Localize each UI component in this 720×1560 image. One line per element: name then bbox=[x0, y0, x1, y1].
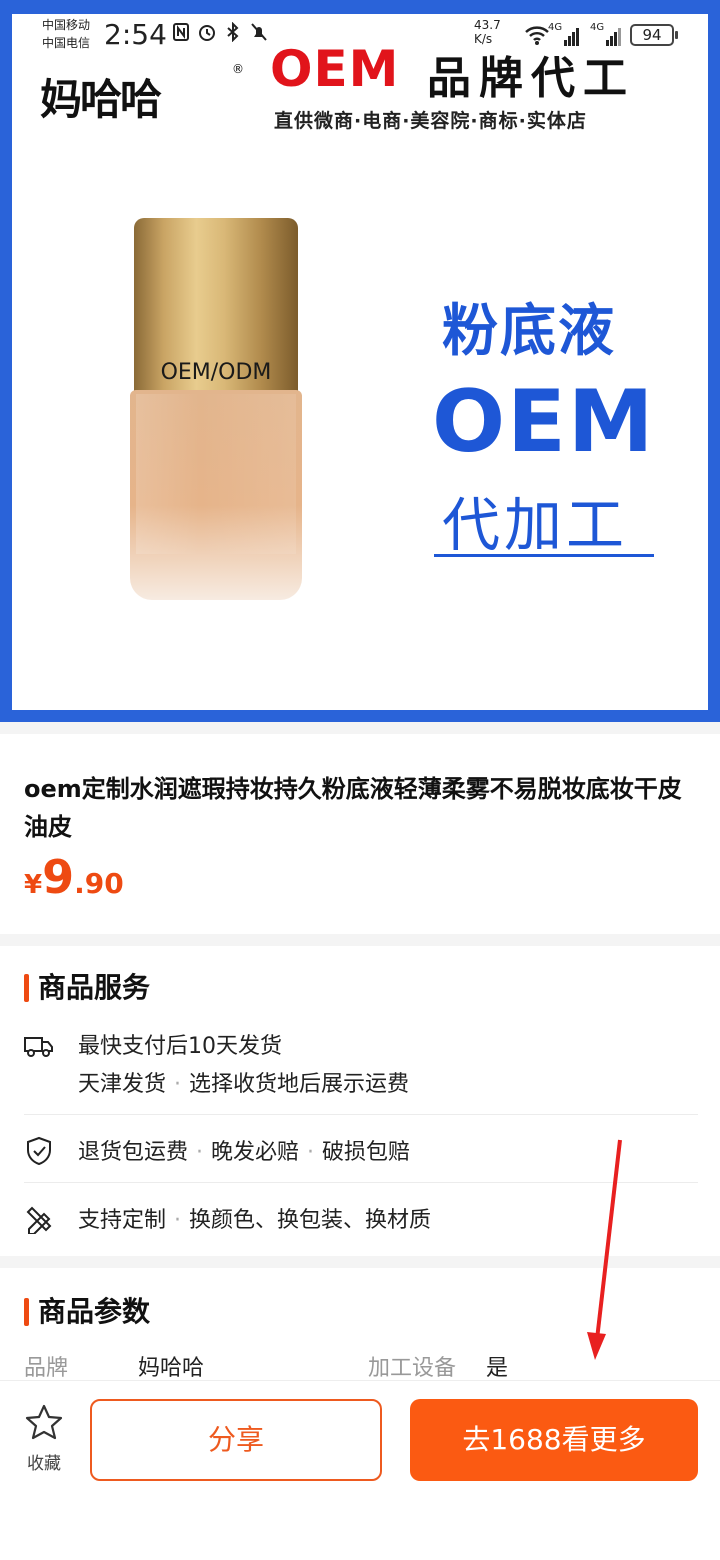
star-icon bbox=[25, 1404, 63, 1440]
param-brand-label: 品牌 bbox=[24, 1356, 69, 1381]
bluetooth-icon bbox=[227, 22, 239, 42]
bottle-body bbox=[130, 390, 302, 600]
promo-product-name: 粉底液 bbox=[442, 299, 616, 364]
annotation-arrow bbox=[587, 1139, 622, 1360]
mute-icon bbox=[251, 23, 267, 41]
product-image[interactable]: 中国移动 中国电信 2:54 43.7 K/s 4G 4G 94 妈哈哈 ® O… bbox=[12, 14, 708, 710]
banner-oem: OEM bbox=[270, 40, 400, 98]
bottle-label: OEM/ODM bbox=[160, 360, 272, 385]
bottom-action-bar: 收藏 分享 去1688看更多 bbox=[0, 1380, 720, 1560]
banner-title: 品牌代工 bbox=[427, 53, 635, 104]
customization-line: 支持定制 · 换颜色、换包装、换材质 bbox=[78, 1202, 431, 1234]
service-shipping[interactable]: 最快支付后10天发货 天津发货 · 选择收货地后展示运费 bbox=[24, 1026, 698, 1106]
product-summary: oem定制水润遮瑕持妆持久粉底液轻薄柔雾不易脱妆底妆干皮油皮 ¥9.90 bbox=[0, 722, 720, 934]
param-equipment-value: 是 bbox=[486, 1356, 509, 1381]
truck-icon bbox=[24, 1037, 53, 1057]
separator-dot: · bbox=[196, 1140, 204, 1165]
customize-tools-icon bbox=[26, 1206, 52, 1234]
favorite-label: 收藏 bbox=[27, 1454, 61, 1474]
brand-logo: 妈哈哈 bbox=[40, 75, 162, 124]
view-more-on-1688-button[interactable]: 去1688看更多 bbox=[410, 1399, 698, 1481]
net-speed-value: 43.7 bbox=[474, 18, 501, 32]
shipping-origin-line: 天津发货 · 选择收货地后展示运费 bbox=[78, 1066, 409, 1098]
promo-underline bbox=[434, 554, 654, 557]
price-integer: 9 bbox=[42, 850, 75, 904]
alarm-icon bbox=[199, 25, 215, 41]
carrier-1: 中国移动 bbox=[42, 18, 91, 32]
registered-mark: ® bbox=[232, 62, 244, 76]
promo-oem: OEM bbox=[432, 372, 656, 472]
nfc-icon bbox=[173, 23, 189, 41]
services-heading: 商品服务 bbox=[24, 966, 150, 1006]
section-gap bbox=[0, 934, 720, 946]
param-equipment-label: 加工设备 bbox=[368, 1356, 457, 1381]
status-icons bbox=[172, 22, 268, 42]
custom-options: 换颜色、换包装、换材质 bbox=[189, 1208, 432, 1233]
product-title: oem定制水润遮瑕持妆持久粉底液轻薄柔雾不易脱妆底妆干皮油皮 bbox=[24, 775, 682, 841]
param-brand-value: 妈哈哈 bbox=[138, 1356, 205, 1381]
price-decimal: .90 bbox=[74, 867, 124, 900]
damage-comp: 破损包赔 bbox=[322, 1140, 411, 1165]
shipping-origin: 天津发货 bbox=[78, 1072, 167, 1097]
shipping-fee-note: 选择收货地后展示运费 bbox=[189, 1072, 410, 1097]
share-button[interactable]: 分享 bbox=[90, 1399, 382, 1481]
promo-processing: 代加工 bbox=[442, 491, 629, 559]
guarantee-line: 退货包运费 · 晚发必赔 · 破损包赔 bbox=[78, 1134, 410, 1166]
separator-dot: · bbox=[174, 1072, 182, 1097]
price-symbol: ¥ bbox=[24, 870, 43, 900]
shield-check-icon bbox=[27, 1136, 51, 1166]
shipping-time: 最快支付后10天发货 bbox=[78, 1034, 282, 1059]
params-heading: 商品参数 bbox=[24, 1290, 150, 1330]
carrier-labels: 中国移动 中国电信 bbox=[42, 16, 90, 52]
custom-support: 支持定制 bbox=[78, 1208, 167, 1233]
separator-dot: · bbox=[174, 1208, 182, 1233]
banner-subtitle: 直供微商·电商·美容院·商标·实体店 bbox=[274, 110, 587, 132]
separator-dot: · bbox=[307, 1140, 315, 1165]
late-delivery-comp: 晚发必赔 bbox=[211, 1140, 300, 1165]
battery-indicator: 94 bbox=[630, 24, 678, 46]
signal-1-label: 4G bbox=[548, 22, 563, 33]
favorite-button[interactable]: 收藏 bbox=[20, 1403, 68, 1474]
foundation-bottle-image: OEM/ODM bbox=[130, 218, 302, 600]
divider bbox=[24, 1114, 698, 1115]
carrier-2: 中国电信 bbox=[42, 36, 91, 50]
product-price: ¥9.90 bbox=[24, 850, 124, 904]
product-image-frame[interactable]: 中国移动 中国电信 2:54 43.7 K/s 4G 4G 94 妈哈哈 ® O… bbox=[0, 0, 720, 722]
clock: 2:54 bbox=[104, 18, 167, 51]
free-return-shipping: 退货包运费 bbox=[78, 1140, 189, 1165]
signal-2-label: 4G bbox=[590, 22, 605, 33]
